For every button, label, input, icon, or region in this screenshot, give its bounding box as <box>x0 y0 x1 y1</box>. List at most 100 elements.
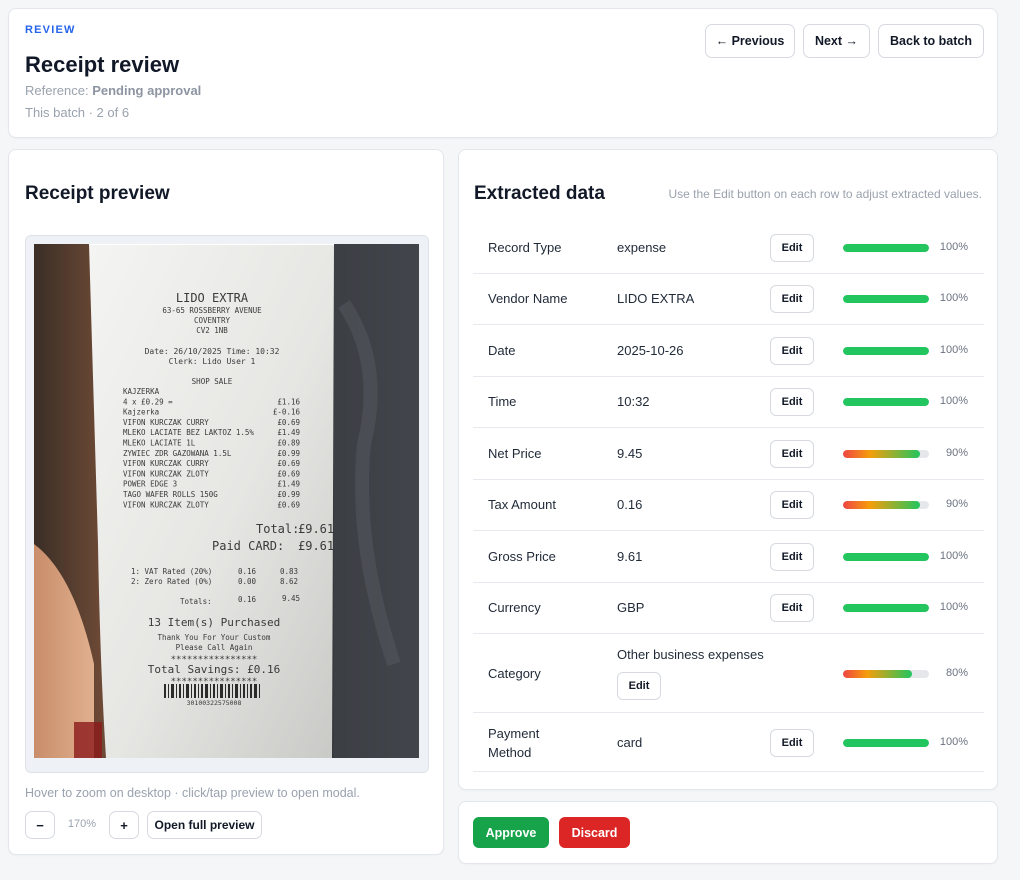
receipt-sale: SHOP SALE <box>192 377 233 386</box>
row-label: Payment Method <box>488 725 540 760</box>
row-label: Net Price <box>488 445 542 461</box>
receipt-photo[interactable]: LIDO EXTRA 63-65 ROSSBERRY AVENUE COVENT… <box>34 244 419 758</box>
extracted-hint: Use the Edit button on each row to adjus… <box>668 187 982 201</box>
edit-button[interactable]: Edit <box>770 439 814 468</box>
receipt-item-name: KAJZERKA <box>123 387 160 396</box>
edit-button[interactable]: Edit <box>770 285 814 314</box>
confidence-percent: 100% <box>939 292 968 305</box>
receipt-item-name: VIFON KURCZAK CURRY <box>123 418 209 427</box>
receipt-savings: Total Savings: £0.16 <box>148 663 280 676</box>
edit-button[interactable]: Edit <box>770 233 814 262</box>
confidence-fill <box>843 449 921 458</box>
extracted-row: Currency GBP Edit 100% <box>473 583 984 634</box>
preview-hint: Hover to zoom on desktop · click/tap pre… <box>25 786 360 800</box>
open-full-preview-button[interactable]: Open full preview <box>147 811 262 839</box>
confidence-percent: 90% <box>945 446 968 459</box>
row-value: expense <box>617 239 667 255</box>
confidence-percent: 100% <box>939 735 968 748</box>
receipt-item-name: VIFON KURCZAK CURRY <box>123 459 209 468</box>
confidence-bar <box>843 346 929 355</box>
zoom-in-button[interactable]: + <box>109 811 139 839</box>
extracted-row: Time 10:32 Edit 100% <box>473 377 984 428</box>
receipt-items-purchased: 13 Item(s) Purchased <box>148 616 280 629</box>
row-label: Category <box>488 665 541 681</box>
approve-button[interactable]: Approve <box>473 817 549 848</box>
confidence-bar <box>843 501 929 510</box>
receipt-address1: 63-65 ROSSBERRY AVENUE <box>162 306 262 315</box>
confidence-percent: 100% <box>939 343 968 356</box>
receipt-vat2: 2: Zero Rated (0%) <box>131 577 212 586</box>
receipt-item-name: 4 x £0.29 = <box>123 397 173 406</box>
receipt-item-price: £0.99 <box>277 490 300 499</box>
receipt-item-price: £0.69 <box>277 459 300 468</box>
row-label: Currency <box>488 600 541 616</box>
zoom-out-button[interactable]: − <box>25 811 55 839</box>
zoom-level: 170% <box>67 818 97 830</box>
reference-value: Pending approval <box>92 83 202 98</box>
batch-position: This batch · 2 of 6 <box>25 105 130 120</box>
extracted-row: Net Price 9.45 Edit 90% <box>473 428 984 480</box>
discard-button[interactable]: Discard <box>559 817 630 848</box>
confidence-bar <box>843 243 929 252</box>
confidence-percent: 90% <box>945 498 968 511</box>
receipt-item-name: MLEKO LACIATE BEZ LAKTOZ 1.5% <box>123 428 254 437</box>
confidence-fill <box>843 669 912 678</box>
receipt-item-name: ZYWIEC ZDR GAZOWANA 1.5L <box>123 449 232 458</box>
row-label: Time <box>488 394 517 410</box>
receipt-item-price: £0.69 <box>277 500 300 509</box>
receipt-address2: COVENTRY <box>194 316 231 325</box>
extracted-row: Tax Amount 0.16 Edit 90% <box>473 480 984 531</box>
extracted-row: Date 2025-10-26 Edit 100% <box>473 325 984 377</box>
confidence-bar <box>843 449 929 458</box>
back-to-batch-button[interactable]: Back to batch <box>878 24 984 58</box>
extracted-row: Gross Price 9.61 Edit 100% <box>473 531 984 583</box>
row-value: LIDO EXTRA <box>617 291 695 307</box>
edit-button[interactable]: Edit <box>770 491 814 520</box>
row-value: Other business expenses <box>617 647 764 662</box>
reference-label: Reference: <box>25 83 89 98</box>
edit-button[interactable]: Edit <box>770 728 814 757</box>
confidence-fill <box>843 346 929 355</box>
row-label: Vendor Name <box>488 291 568 307</box>
receipt-item-price: £0.99 <box>277 449 300 458</box>
actions-card: Approve Discard <box>458 801 998 864</box>
receipt-vat2-tax: 0.00 <box>238 577 257 586</box>
extracted-row: Category Other business expenses Edit 80% <box>473 634 984 713</box>
row-value: 9.45 <box>617 445 643 461</box>
edit-button[interactable]: Edit <box>770 542 814 571</box>
page-title: Receipt review <box>25 52 180 77</box>
extracted-title: Extracted data <box>474 183 605 204</box>
receipt-store: LIDO EXTRA <box>176 291 249 305</box>
receipt-barcode-number: 30100322575008 <box>187 699 242 707</box>
row-value: 9.61 <box>617 548 643 564</box>
next-button[interactable]: Next → <box>803 24 870 58</box>
receipt-item-name: TAGO WAFER ROLLS 150G <box>123 490 218 499</box>
receipt-vat1-net: 0.83 <box>280 567 298 576</box>
edit-button[interactable]: Edit <box>770 594 814 623</box>
confidence-fill <box>843 295 929 304</box>
receipt-thanks1: Thank You For Your Custom <box>158 633 271 642</box>
receipt-item-price: £1.49 <box>277 428 300 437</box>
receipt-item-name: VIFON KURCZAK ZLOTY <box>123 500 209 509</box>
confidence-bar <box>843 604 929 613</box>
confidence-fill <box>843 738 929 747</box>
row-value: 10:32 <box>617 394 650 410</box>
receipt-vat2-net: 8.62 <box>280 577 298 586</box>
header-card: REVIEW Receipt review Reference: Pending… <box>8 8 998 138</box>
receipt-item-name: POWER EDGE 3 <box>123 480 177 489</box>
preview-card: Receipt preview LIDO EXTRA 63-65 ROSSBER… <box>8 149 444 855</box>
receipt-totals-label: Totals: <box>180 597 212 606</box>
confidence-percent: 100% <box>939 601 968 614</box>
previous-button[interactable]: ← Previous <box>705 24 795 58</box>
edit-button[interactable]: Edit <box>770 336 814 365</box>
confidence-bar <box>843 398 929 407</box>
edit-button[interactable]: Edit <box>617 672 661 700</box>
confidence-bar <box>843 738 929 747</box>
confidence-fill <box>843 604 929 613</box>
row-value: 2025-10-26 <box>617 342 684 358</box>
confidence-bar <box>843 669 929 678</box>
receipt-preview[interactable]: LIDO EXTRA 63-65 ROSSBERRY AVENUE COVENT… <box>25 235 429 773</box>
extracted-row: Payment Method card Edit 100% <box>473 713 984 772</box>
receipt-paid-value: £9.61 <box>298 539 334 553</box>
edit-button[interactable]: Edit <box>770 388 814 417</box>
